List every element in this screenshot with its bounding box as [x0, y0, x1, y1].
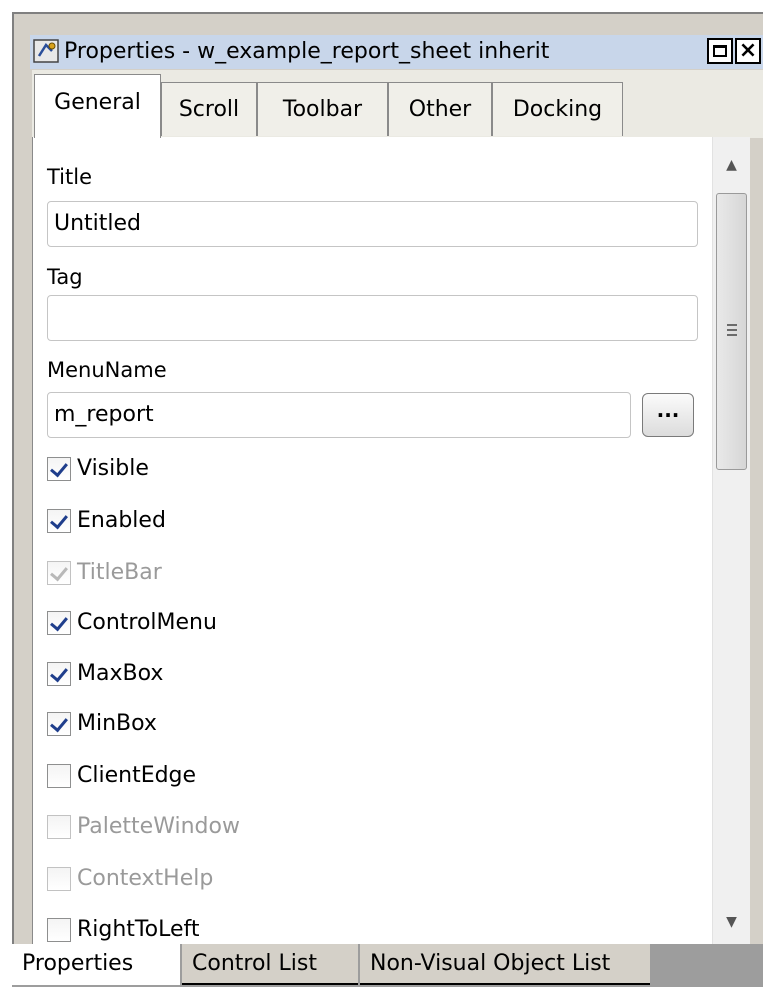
visible-checkbox[interactable] [47, 457, 71, 481]
menuname-browse-button[interactable]: ... [642, 393, 694, 437]
grip-icon [727, 324, 737, 339]
enabled-checkbox-label: Enabled [77, 508, 166, 533]
checkbox-row-clientedge[interactable]: ClientEdge [47, 761, 196, 791]
titlebar-checkbox [47, 561, 71, 585]
bottom-tabs: Properties Control List Non-Visual Objec… [12, 944, 702, 987]
contexthelp-checkbox-label: ContextHelp [77, 866, 214, 891]
checkbox-row-minbox[interactable]: MinBox [47, 709, 157, 739]
righttoleft-checkbox[interactable] [47, 918, 71, 942]
property-tabs: General Scroll Toolbar Other Docking [32, 70, 763, 138]
bottom-tab-control-list[interactable]: Control List [182, 944, 358, 985]
checkbox-row-enabled[interactable]: Enabled [47, 506, 166, 536]
bottom-tab-properties[interactable]: Properties [12, 944, 180, 985]
minbox-checkbox-label: MinBox [77, 711, 157, 736]
palettewindow-checkbox-label: PaletteWindow [77, 814, 240, 839]
tag-label: Tag [47, 265, 83, 289]
scroll-down-arrow-icon[interactable]: ▼ [713, 902, 750, 942]
checkbox-row-controlmenu[interactable]: ControlMenu [47, 608, 217, 638]
maxbox-checkbox[interactable] [47, 662, 71, 686]
tab-toolbar[interactable]: Toolbar [257, 82, 388, 136]
bottom-tab-bar: Properties Control List Non-Visual Objec… [12, 944, 763, 987]
menuname-label: MenuName [47, 358, 167, 382]
visible-checkbox-label: Visible [77, 456, 149, 481]
tab-docking[interactable]: Docking [492, 82, 623, 136]
scroll-up-arrow-icon[interactable]: ▲ [713, 145, 750, 185]
scrollbar-thumb[interactable] [716, 193, 747, 470]
menuname-field[interactable]: m_report [47, 392, 631, 438]
righttoleft-checkbox-label: RightToLeft [77, 917, 200, 942]
contexthelp-checkbox [47, 867, 71, 891]
tab-scroll[interactable]: Scroll [161, 82, 257, 136]
controlmenu-checkbox-label: ControlMenu [77, 610, 217, 635]
title-label: Title [47, 165, 93, 189]
bottom-tab-non-visual-object-list[interactable]: Non-Visual Object List [360, 944, 650, 985]
enabled-checkbox[interactable] [47, 509, 71, 533]
tab-general[interactable]: General [34, 74, 161, 138]
title-field[interactable]: Untitled [47, 201, 698, 247]
maxbox-checkbox-label: MaxBox [77, 661, 164, 686]
clientedge-checkbox-label: ClientEdge [77, 763, 197, 788]
palettewindow-checkbox [47, 815, 71, 839]
window-title: Properties - w_example_report_sheet inhe… [64, 39, 550, 64]
checkbox-row-titlebar: TitleBar [47, 558, 162, 588]
properties-icon [33, 39, 59, 63]
titlebar-checkbox-label: TitleBar [77, 560, 162, 585]
checkbox-row-maxbox[interactable]: MaxBox [47, 659, 163, 689]
clientedge-checkbox[interactable] [47, 764, 71, 788]
checkbox-row-righttoleft[interactable]: RightToLeft [47, 915, 199, 944]
minbox-checkbox[interactable] [47, 712, 71, 736]
tab-other[interactable]: Other [388, 82, 492, 136]
checkbox-row-visible[interactable]: Visible [47, 454, 149, 484]
close-button[interactable]: × [735, 38, 761, 64]
vertical-scrollbar[interactable]: ▲ ▼ [712, 137, 750, 944]
controlmenu-checkbox[interactable] [47, 611, 71, 635]
checkbox-row-palettewindow: PaletteWindow [47, 812, 240, 842]
close-icon: × [738, 38, 758, 63]
panel-titlebar: Properties - w_example_report_sheet inhe… [30, 35, 763, 69]
checkbox-row-contexthelp: ContextHelp [47, 864, 213, 894]
general-tab-panel: Title Untitled Tag MenuName m_report ...… [32, 137, 727, 944]
tag-field[interactable] [47, 295, 698, 341]
restore-icon [713, 45, 727, 57]
restore-button[interactable] [707, 38, 733, 64]
